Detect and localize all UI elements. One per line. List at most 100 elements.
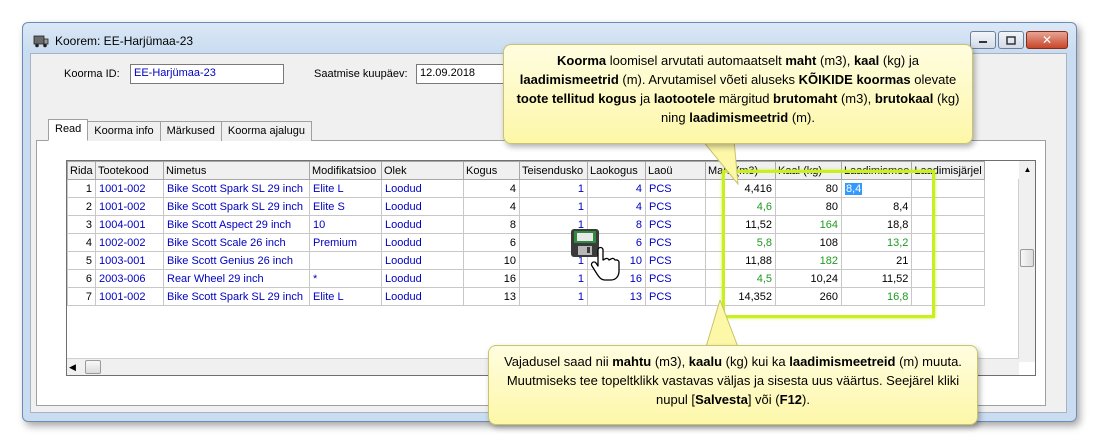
table-cell[interactable]: 13 [587, 287, 646, 306]
table-cell[interactable]: 2 [67, 197, 96, 216]
callout-bottom-text: Vajadusel saad nii [504, 354, 613, 369]
table-cell[interactable]: 4 [587, 179, 646, 198]
table-cell[interactable]: Bike Scott Scale 26 inch [163, 233, 310, 252]
table-cell[interactable]: Loodud [381, 251, 464, 270]
table-cell[interactable]: Premium [309, 233, 382, 252]
table-cell[interactable]: Bike Scott Spark SL 29 inch [163, 197, 310, 216]
callout-top-text: (m3), [816, 53, 854, 68]
table-cell[interactable]: Bike Scott Spark SL 29 inch [163, 287, 310, 306]
callout-bottom-pointer [705, 300, 739, 348]
callout-top-text: (m). Arvutamisel võeti aluseks [618, 72, 799, 87]
table-cell[interactable]: 4 [463, 179, 520, 198]
callout-top-text: ja [636, 91, 654, 106]
scroll-left-icon[interactable]: ◀ [69, 361, 81, 373]
table-cell[interactable]: PCS [645, 179, 706, 198]
minimize-button[interactable] [970, 31, 996, 49]
table-cell[interactable]: 5 [67, 251, 96, 270]
table-cell[interactable]: 1 [519, 287, 588, 306]
table-cell[interactable]: 4 [67, 233, 96, 252]
tab-markused[interactable]: Märkused [159, 121, 222, 141]
table-cell[interactable]: 1002-002 [95, 233, 164, 252]
table-cell[interactable]: PCS [645, 233, 706, 252]
table-cell[interactable]: 6 [67, 269, 96, 288]
table-cell[interactable]: 1004-001 [95, 215, 164, 234]
callout-bottom-text: (m3), [651, 354, 689, 369]
table-cell[interactable]: 1001-002 [95, 179, 164, 198]
table-cell[interactable]: 1003-001 [95, 251, 164, 270]
column-header[interactable]: Rida [67, 161, 96, 180]
table-cell[interactable]: 6 [463, 233, 520, 252]
table-cell[interactable]: 1 [519, 269, 588, 288]
table-cell[interactable]: Loodud [381, 179, 464, 198]
callout-top-text: KÕIKIDE koormas [798, 72, 911, 87]
callout-bottom-text: laadimismeetreid [789, 354, 896, 369]
table-cell[interactable]: Rear Wheel 29 inch [163, 269, 310, 288]
table-cell[interactable]: PCS [645, 269, 706, 288]
tab-read[interactable]: Read [48, 119, 89, 141]
table-cell[interactable]: 10 [309, 215, 382, 234]
close-icon: ✕ [1041, 33, 1053, 47]
table-cell[interactable]: Loodud [381, 215, 464, 234]
table-cell[interactable]: Bike Scott Aspect 29 inch [163, 215, 310, 234]
column-header[interactable]: Modifikatsioo [309, 161, 382, 180]
column-header[interactable]: Olek [381, 161, 464, 180]
column-header[interactable]: Nimetus [163, 161, 310, 180]
table-cell[interactable]: 2003-006 [95, 269, 164, 288]
table-cell[interactable]: 4 [463, 197, 520, 216]
table-cell[interactable]: PCS [645, 287, 706, 306]
koorma-id-field[interactable]: EE-Harjümaa-23 [130, 64, 284, 84]
callout-top-text: laadimismeetrid [689, 110, 789, 125]
table-cell[interactable]: Bike Scott Genius 26 inch [163, 251, 310, 270]
edit-columns-highlight [722, 170, 935, 318]
saatmise-kuupaev-label: Saatmise kuupäev: [314, 68, 408, 80]
table-cell[interactable]: 1001-002 [95, 287, 164, 306]
table-cell[interactable]: 8 [463, 215, 520, 234]
callout-top-pointer [701, 140, 739, 185]
table-cell[interactable]: 7 [67, 287, 96, 306]
saatmise-kuupaev-field[interactable]: 12.09.2018 [416, 64, 506, 84]
table-cell[interactable]: 1 [67, 179, 96, 198]
table-cell[interactable] [309, 251, 382, 270]
table-cell[interactable]: PCS [645, 215, 706, 234]
close-button[interactable]: ✕ [1026, 31, 1068, 49]
table-cell[interactable]: 3 [67, 215, 96, 234]
table-cell[interactable]: 1001-002 [95, 197, 164, 216]
table-cell[interactable]: Bike Scott Spark SL 29 inch [163, 179, 310, 198]
table-cell[interactable]: Loodud [381, 197, 464, 216]
tab-koorma-ajalugu[interactable]: Koorma ajalugu [220, 121, 312, 141]
callout-bottom-text: mahtu [612, 354, 652, 369]
column-header[interactable]: Laokogus [587, 161, 646, 180]
table-cell[interactable]: Loodud [381, 233, 464, 252]
empty-row [68, 324, 985, 342]
table-cell[interactable]: 16 [463, 269, 520, 288]
table-cell[interactable]: 13 [463, 287, 520, 306]
table-cell[interactable]: 1 [519, 197, 588, 216]
column-header[interactable]: Laoü [645, 161, 706, 180]
window-controls: ✕ [970, 31, 1068, 49]
table-cell[interactable]: Elite L [309, 179, 382, 198]
table-cell[interactable]: * [309, 269, 382, 288]
column-header[interactable]: Teisendusko [519, 161, 588, 180]
tab-koorma-info[interactable]: Koorma info [87, 121, 161, 141]
hand-pointer-icon [590, 246, 620, 281]
callout-top-text: (kg) ja [879, 53, 919, 68]
empty-cell [68, 324, 985, 342]
table-cell[interactable]: 4 [587, 197, 646, 216]
callout-top-text: Koorma [557, 53, 607, 68]
table-cell[interactable]: PCS [645, 197, 706, 216]
vertical-scroll-thumb[interactable] [1020, 249, 1034, 267]
column-header[interactable]: Kogus [463, 161, 520, 180]
table-cell[interactable]: Elite S [309, 197, 382, 216]
table-cell[interactable]: 1 [519, 179, 588, 198]
table-cell[interactable]: 10 [463, 251, 520, 270]
callout-top-text: kaal [853, 53, 880, 68]
horizontal-scroll-thumb[interactable] [85, 360, 101, 374]
table-cell[interactable]: Loodud [381, 287, 464, 306]
column-header[interactable]: Tootekood [95, 161, 164, 180]
table-cell[interactable]: Elite L [309, 287, 382, 306]
scroll-up-icon[interactable]: ▲ [1019, 161, 1035, 179]
maximize-button[interactable] [998, 31, 1024, 49]
table-cell[interactable]: Loodud [381, 269, 464, 288]
vertical-scrollbar[interactable]: ▲ [1018, 161, 1035, 362]
table-cell[interactable]: PCS [645, 251, 706, 270]
